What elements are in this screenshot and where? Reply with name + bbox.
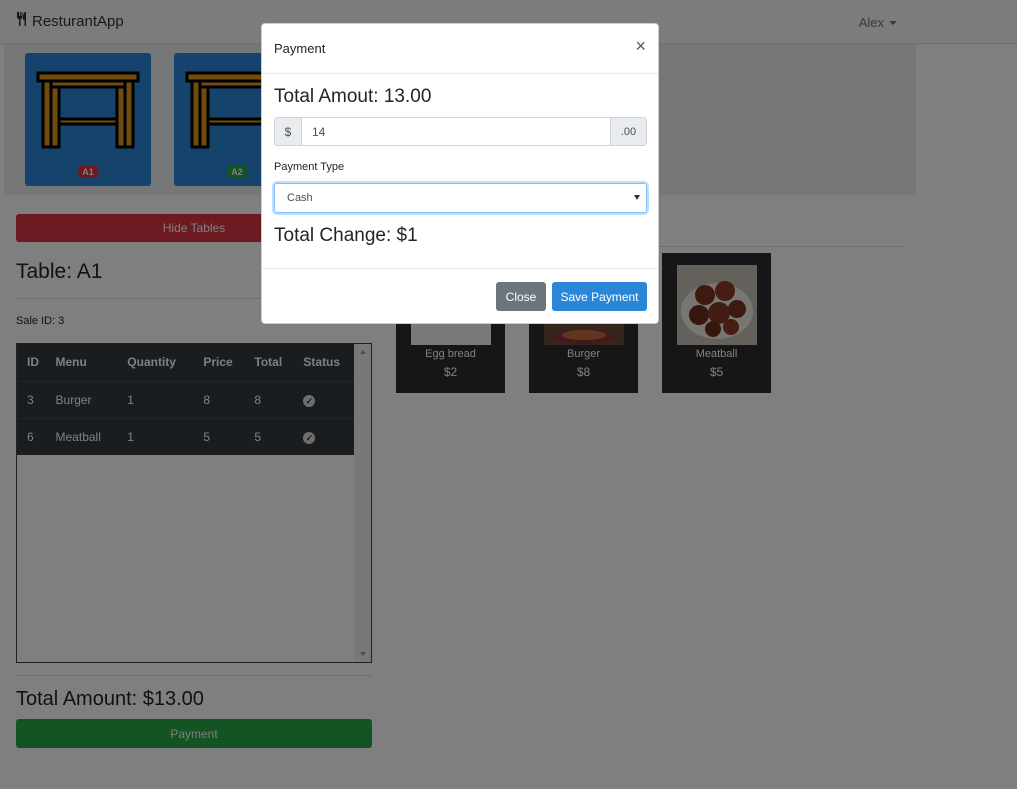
modal-title: Payment — [274, 41, 326, 56]
dropdown-arrow-icon — [634, 195, 640, 200]
close-icon[interactable]: × — [635, 37, 646, 55]
cents-suffix: .00 — [610, 118, 646, 145]
modal-footer-divider — [262, 268, 658, 269]
payment-type-label: Payment Type — [274, 161, 345, 173]
modal-header: Payment × — [262, 24, 658, 74]
payment-type-select[interactable]: Cash — [274, 183, 647, 213]
amount-input-group: $ .00 — [274, 117, 647, 146]
close-button[interactable]: Close — [496, 282, 546, 311]
save-payment-button[interactable]: Save Payment — [552, 282, 647, 311]
total-change: Total Change: $1 — [274, 225, 418, 246]
currency-prefix: $ — [275, 118, 302, 145]
amount-input[interactable] — [302, 118, 610, 145]
payment-type-value: Cash — [287, 192, 313, 204]
payment-modal: Payment × Total Amout: 13.00 $ .00 Payme… — [261, 23, 659, 324]
modal-total-amount: Total Amout: 13.00 — [274, 86, 432, 107]
